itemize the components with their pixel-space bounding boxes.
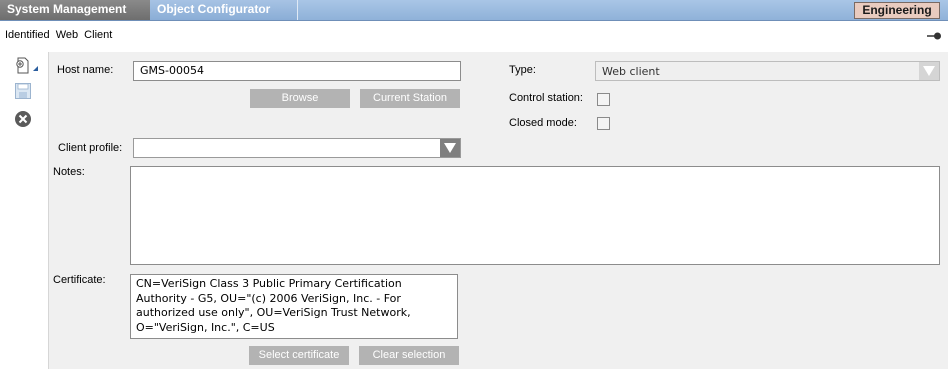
object-form-panel: Host name: GMS-00054 Browse Current Stat… xyxy=(49,52,948,369)
tab-object-configurator[interactable]: Object Configurator xyxy=(150,0,298,20)
current-station-button[interactable]: Current Station xyxy=(360,89,460,108)
tab-system-management[interactable]: System Management xyxy=(0,0,150,20)
browse-button[interactable]: Browse xyxy=(250,89,350,108)
type-value: Web client xyxy=(602,65,660,78)
type-label: Type: xyxy=(509,64,536,76)
type-select[interactable]: Web client xyxy=(595,61,940,81)
breadcrumb: Identified Web Client xyxy=(5,29,113,41)
chevron-down-icon[interactable] xyxy=(919,62,939,80)
host-name-input[interactable]: GMS-00054 xyxy=(133,61,461,81)
client-profile-label: Client profile: xyxy=(58,142,123,154)
certificate-line: O="VeriSign, Inc.", C=US xyxy=(136,320,275,334)
save-icon[interactable] xyxy=(14,82,32,100)
host-name-label: Host name: xyxy=(57,64,114,76)
engineering-mode-button[interactable]: Engineering xyxy=(854,2,940,19)
certificate-line: authorized use only", OU=VeriSign Trust … xyxy=(136,306,411,319)
certificate-line: Authority - G5, OU="(c) 2006 VeriSign, I… xyxy=(136,291,401,305)
closed-mode-checkbox[interactable] xyxy=(597,117,610,130)
control-station-label: Control station: xyxy=(509,92,583,104)
top-navigation-bar: System Management Object Configurator En… xyxy=(0,0,948,21)
closed-mode-label: Closed mode: xyxy=(509,117,577,129)
clear-selection-button[interactable]: Clear selection xyxy=(359,346,459,365)
chevron-down-icon[interactable] xyxy=(440,139,460,157)
notes-textarea[interactable] xyxy=(130,166,940,265)
certificate-label: Certificate: xyxy=(53,274,106,286)
left-toolbar xyxy=(0,52,49,369)
new-object-icon[interactable] xyxy=(14,57,40,75)
certificate-line: CN=VeriSign Class 3 Public Primary Certi… xyxy=(136,277,402,290)
select-certificate-button[interactable]: Select certificate xyxy=(249,346,349,365)
control-station-checkbox[interactable] xyxy=(597,93,610,106)
pin-icon[interactable] xyxy=(926,31,942,41)
notes-label: Notes: xyxy=(53,166,85,178)
close-icon[interactable] xyxy=(14,110,32,128)
certificate-field[interactable]: CN=VeriSign Class 3 Public Primary Certi… xyxy=(130,274,458,339)
client-profile-select[interactable] xyxy=(133,138,461,158)
